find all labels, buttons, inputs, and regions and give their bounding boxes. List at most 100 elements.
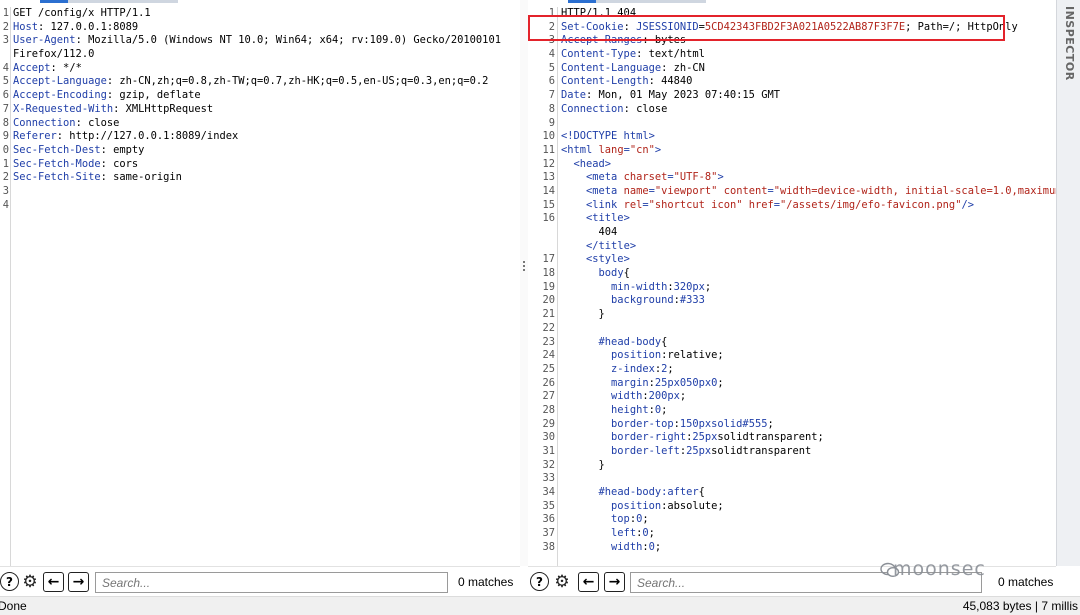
- response-token: [561, 377, 611, 389]
- response-editor[interactable]: 1 2 3 4 5 6 7 8 9 10 11 12 13 14 15 16 17 18 19 20 21 22 23 24 2…: [528, 0, 1056, 566]
- response-code-line[interactable]: <link rel="shortcut icon" href="/assets/…: [561, 199, 1056, 213]
- response-code-line[interactable]: height:0;: [561, 404, 1056, 418]
- response-token: }: [561, 308, 605, 321]
- request-code-line[interactable]: X-Requested-With: XMLHttpRequest: [13, 103, 501, 117]
- response-token: Content-Type: [561, 48, 637, 61]
- response-code-line[interactable]: left:0;: [561, 527, 1056, 541]
- request-code-line[interactable]: [13, 199, 501, 213]
- response-code-line[interactable]: </title>: [561, 240, 1056, 254]
- request-code-line[interactable]: [13, 185, 501, 199]
- response-code-line[interactable]: Content-Language: zh-CN: [561, 62, 1056, 76]
- response-token: [561, 212, 586, 224]
- search-forward-button[interactable]: →: [68, 572, 89, 592]
- response-code-line[interactable]: <head>: [561, 158, 1056, 172]
- watermark-text: moonsec: [893, 558, 986, 580]
- response-code-line[interactable]: border-right:25pxsolidtransparent;: [561, 431, 1056, 445]
- search-back-button[interactable]: ←: [578, 572, 599, 592]
- request-line-numbers: 12345678901234: [0, 7, 9, 212]
- response-code-line[interactable]: z-index:2;: [561, 363, 1056, 377]
- request-code-line[interactable]: Accept: */*: [13, 62, 501, 76]
- response-token: [561, 158, 574, 170]
- response-code-line[interactable]: background:#333: [561, 294, 1056, 308]
- response-line-number: 20: [542, 294, 555, 307]
- response-token: "viewport": [654, 184, 718, 197]
- help-icon[interactable]: ?: [0, 572, 19, 591]
- response-line-number: 17: [542, 253, 555, 266]
- request-code-line[interactable]: Sec-Fetch-Mode: cors: [13, 158, 501, 172]
- request-code-line[interactable]: Firefox/112.0: [13, 48, 501, 62]
- response-token: ;: [667, 362, 674, 375]
- request-code-line[interactable]: Sec-Fetch-Dest: empty: [13, 144, 501, 158]
- request-code-line[interactable]: Host: 127.0.0.1:8089: [13, 21, 501, 35]
- response-line-number: 21: [542, 308, 555, 321]
- response-code-line[interactable]: position:relative;: [561, 349, 1056, 363]
- request-code-line[interactable]: GET /config/x HTTP/1.1: [13, 7, 501, 21]
- response-code-line[interactable]: <meta charset="UTF-8">: [561, 171, 1056, 185]
- splitter-grip-icon[interactable]: [523, 261, 525, 273]
- response-code[interactable]: HTTP/1.1 404 Set-Cookie: JSESSIONID=5CD42…: [561, 7, 1056, 555]
- response-token: [561, 500, 611, 512]
- response-code-line[interactable]: body{: [561, 267, 1056, 281]
- response-code-line[interactable]: border-top:150pxsolid#555;: [561, 418, 1056, 432]
- search-forward-button[interactable]: →: [604, 572, 625, 592]
- request-token: : cors: [100, 157, 139, 170]
- response-code-line[interactable]: width:0;: [561, 541, 1056, 555]
- help-icon[interactable]: ?: [530, 572, 549, 591]
- request-line-number: 6: [2, 89, 9, 102]
- request-search-input[interactable]: [95, 572, 448, 593]
- settings-gear-icon[interactable]: ⚙: [552, 572, 572, 592]
- response-code-line[interactable]: #head-body{: [561, 336, 1056, 350]
- pane-splitter[interactable]: [520, 0, 528, 566]
- response-token: ;: [679, 390, 687, 403]
- request-token: : empty: [100, 143, 145, 156]
- request-editor[interactable]: 12345678901234 GET /config/x HTTP/1.1 Hos…: [0, 0, 520, 566]
- request-code-line[interactable]: Accept-Language: zh-CN,zh;q=0.8,zh-TW;q=…: [13, 75, 501, 89]
- response-code-line[interactable]: <meta name="viewport" content="width=dev…: [561, 185, 1056, 199]
- request-code-line[interactable]: Sec-Fetch-Site: same-origin: [13, 171, 501, 185]
- response-match-count: 0 matches: [998, 575, 1054, 589]
- settings-gear-icon[interactable]: ⚙: [20, 572, 40, 592]
- response-token: ;: [767, 417, 774, 430]
- response-code-line[interactable]: [561, 117, 1056, 131]
- response-code-line[interactable]: position:absolute;: [561, 500, 1056, 514]
- response-code-line[interactable]: min-width:320px;: [561, 281, 1056, 295]
- response-token: lang: [598, 143, 624, 156]
- response-code-line[interactable]: <style>: [561, 253, 1056, 267]
- response-code-line[interactable]: width:200px;: [561, 390, 1056, 404]
- response-code-line[interactable]: Connection: close: [561, 103, 1056, 117]
- inspector-sidebar[interactable]: [1056, 0, 1080, 566]
- response-line-number: 27: [542, 390, 555, 403]
- response-code-line[interactable]: <title>: [561, 212, 1056, 226]
- response-token: ;: [704, 280, 712, 293]
- search-back-button[interactable]: ←: [43, 572, 64, 592]
- response-code-line[interactable]: <html lang="cn">: [561, 144, 1056, 158]
- response-code-line[interactable]: margin:25px050px0;: [561, 377, 1056, 391]
- response-code-line[interactable]: #head-body:after{: [561, 486, 1056, 500]
- request-code-line[interactable]: Referer: http://127.0.0.1:8089/index: [13, 130, 501, 144]
- request-code[interactable]: GET /config/x HTTP/1.1 Host: 127.0.0.1:80…: [13, 7, 501, 212]
- response-code-line[interactable]: [561, 472, 1056, 486]
- request-code-line[interactable]: Accept-Encoding: gzip, deflate: [13, 89, 501, 103]
- response-token: width: [611, 540, 643, 553]
- response-code-line[interactable]: Content-Type: text/html: [561, 48, 1056, 62]
- response-code-line[interactable]: }: [561, 308, 1056, 322]
- inspector-tab-label[interactable]: INSPECTOR: [1062, 6, 1076, 81]
- request-line-number: 3: [2, 34, 9, 47]
- response-tab-indicator: [568, 0, 596, 3]
- request-token: User-Agent: [13, 34, 76, 47]
- response-code-line[interactable]: 404: [561, 226, 1056, 240]
- response-code-line[interactable]: border-left:25pxsolidtransparent: [561, 445, 1056, 459]
- response-code-line[interactable]: <!DOCTYPE html>: [561, 130, 1056, 144]
- response-token: "width=device-width, initial-scale=1.0,m…: [773, 184, 1056, 197]
- response-token: [561, 253, 586, 265]
- response-code-line[interactable]: top:0;: [561, 513, 1056, 527]
- response-code-line[interactable]: [561, 322, 1056, 336]
- request-code-line[interactable]: Connection: close: [13, 117, 501, 131]
- response-code-line[interactable]: }: [561, 459, 1056, 473]
- request-token: Accept-Language: [13, 75, 107, 88]
- response-line-number: 37: [542, 527, 555, 540]
- response-code-line[interactable]: Date: Mon, 01 May 2023 07:40:15 GMT: [561, 89, 1056, 103]
- response-code-line[interactable]: Content-Length: 44840: [561, 75, 1056, 89]
- response-line-number: 19: [542, 280, 555, 293]
- request-code-line[interactable]: User-Agent: Mozilla/5.0 (Windows NT 10.0…: [13, 34, 501, 48]
